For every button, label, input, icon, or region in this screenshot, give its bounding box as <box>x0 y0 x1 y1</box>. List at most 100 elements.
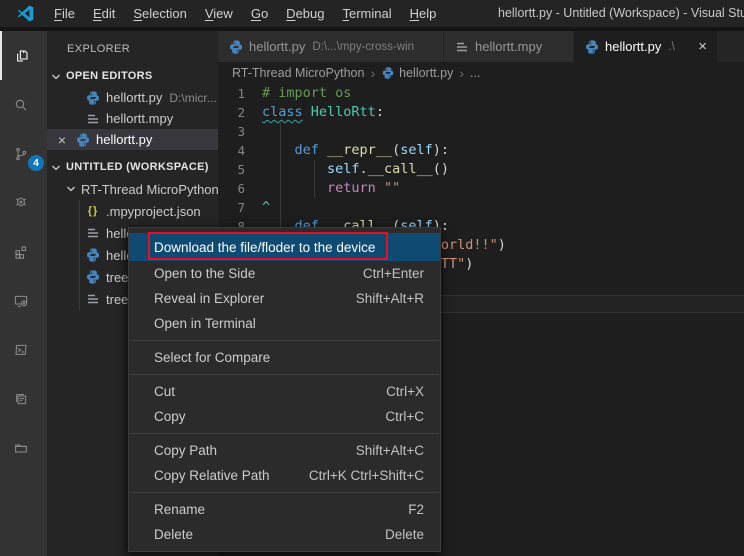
line-number: 6 <box>218 179 262 198</box>
json-icon: {} <box>85 203 101 219</box>
context-menu-shortcut: Delete <box>365 527 424 542</box>
code-line: 3 <box>218 122 744 141</box>
context-menu-shortcut: Ctrl+K Ctrl+Shift+C <box>289 468 424 483</box>
tree-file-item[interactable]: {} .mpyproject.json <box>47 200 218 222</box>
context-menu-item[interactable]: Copy PathShift+Alt+C <box>129 438 440 463</box>
menubar-item-go[interactable]: Go <box>242 0 277 27</box>
python-icon <box>228 39 244 55</box>
line-number: 5 <box>218 160 262 179</box>
open-editors-header[interactable]: OPEN EDITORS <box>47 65 218 87</box>
menubar-item-debug[interactable]: Debug <box>277 0 333 27</box>
activity-bar: 4 <box>0 31 47 556</box>
context-menu-item[interactable]: Open in Terminal <box>129 311 440 336</box>
tree-folder-rt-thread[interactable]: RT-Thread MicroPython <box>47 178 218 200</box>
close-icon[interactable]: × <box>55 133 69 147</box>
code-text: def __repr__(self): <box>262 141 449 160</box>
open-editor-item[interactable]: × hellortt.py <box>47 129 218 150</box>
python-icon <box>85 90 101 106</box>
open-editor-item[interactable]: hellortt.mpy <box>47 108 218 129</box>
editor-tab[interactable]: hellortt.pyD:\...\mpy-cross-win <box>218 31 444 62</box>
code-line: 4 def __repr__(self): <box>218 141 744 160</box>
context-menu-item[interactable]: Rename F2 <box>129 497 440 522</box>
tab-bar: hellortt.pyD:\...\mpy-cross-winhellortt.… <box>218 31 744 62</box>
context-menu: Download the file/floder to the deviceOp… <box>128 227 441 552</box>
context-menu-shortcut: F2 <box>388 502 424 517</box>
code-text: ^ <box>262 198 270 217</box>
folder-icon <box>13 440 29 456</box>
context-menu-label: Copy <box>154 409 186 424</box>
sidebar-title: EXPLORER <box>47 31 218 65</box>
breadcrumb-separator: › <box>459 65 464 81</box>
chevron-down-icon <box>50 71 62 83</box>
chevron-down-icon <box>65 183 77 195</box>
list-icon <box>85 111 101 127</box>
workspace-header[interactable]: UNTITLED (WORKSPACE) <box>47 156 218 178</box>
activity-item-explorer[interactable] <box>0 31 47 80</box>
indent-guide <box>280 122 281 238</box>
code-line: 7^ <box>218 198 744 217</box>
activity-item-terminal[interactable] <box>0 325 47 374</box>
breadcrumb-item[interactable]: RT-Thread MicroPython <box>232 66 364 80</box>
menubar-item-edit[interactable]: Edit <box>84 0 124 27</box>
context-menu-item[interactable]: Copy Relative Path Ctrl+K Ctrl+Shift+C <box>129 463 440 488</box>
tree-indent-guide <box>79 200 80 310</box>
context-menu-item[interactable]: Open to the Side Ctrl+Enter <box>129 261 440 286</box>
activity-item-remote-device[interactable] <box>0 276 47 325</box>
menubar-item-view[interactable]: View <box>196 0 242 27</box>
vscode-window: FileEditSelectionViewGoDebugTerminalHelp… <box>0 0 744 556</box>
list-icon <box>85 291 101 307</box>
tab-label: hellortt.py <box>605 39 661 54</box>
context-menu-item[interactable]: DeleteDelete <box>129 522 440 547</box>
open-editor-path: D:\micr... <box>169 91 216 105</box>
context-menu-label: Open in Terminal <box>154 316 256 331</box>
editor-tab[interactable]: hellortt.py .\ × <box>574 31 718 62</box>
notes-icon <box>13 391 29 407</box>
activity-item-source-control[interactable]: 4 <box>0 129 47 178</box>
context-menu-label: Open to the Side <box>154 266 255 281</box>
menubar-item-file[interactable]: File <box>45 0 84 27</box>
activity-item-extensions[interactable] <box>0 227 47 276</box>
context-menu-label: Copy Relative Path <box>154 468 270 483</box>
breadcrumb: RT-Thread MicroPython›hellortt.py›... <box>218 62 744 84</box>
context-menu-label: Copy Path <box>154 443 217 458</box>
tab-description: D:\...\mpy-cross-win <box>312 41 414 53</box>
menubar-item-terminal[interactable]: Terminal <box>333 0 400 27</box>
tab-description: .\ <box>668 41 674 53</box>
python-icon <box>75 132 91 148</box>
context-menu-shortcut: Ctrl+Enter <box>343 266 424 281</box>
python-icon <box>85 247 101 263</box>
activity-item-output-notes[interactable] <box>0 374 47 423</box>
context-menu-item[interactable]: Reveal in ExplorerShift+Alt+R <box>129 286 440 311</box>
open-editor-label: hellortt.py <box>96 132 152 147</box>
folder-label: RT-Thread MicroPython <box>81 182 218 197</box>
tree-file-label: .mpyproject.json <box>106 204 201 219</box>
open-editor-item[interactable]: hellortt.pyD:\micr... <box>47 87 218 108</box>
context-menu-item[interactable]: Select for Compare <box>129 345 440 370</box>
menubar-item-selection[interactable]: Selection <box>124 0 195 27</box>
source-control-icon <box>13 146 29 162</box>
python-icon <box>381 66 395 80</box>
activity-item-folders[interactable] <box>0 423 47 472</box>
list-icon <box>85 225 101 241</box>
breadcrumb-label: hellortt.py <box>399 66 453 80</box>
code-text: self.__call__() <box>262 160 449 179</box>
list-icon <box>454 39 470 55</box>
code-line: 5 self.__call__() <box>218 160 744 179</box>
menubar-item-help[interactable]: Help <box>401 0 446 27</box>
activity-item-search[interactable] <box>0 80 47 129</box>
device-icon <box>13 293 29 309</box>
context-menu-label: Rename <box>154 502 205 517</box>
context-menu-item[interactable]: CopyCtrl+C <box>129 404 440 429</box>
workspace-label: UNTITLED (WORKSPACE) <box>66 161 209 173</box>
line-number: 2 <box>218 103 262 122</box>
window-title: hellortt.py - Untitled (Workspace) - Vis… <box>498 0 744 27</box>
context-menu-item[interactable]: CutCtrl+X <box>129 379 440 404</box>
context-menu-separator <box>130 492 439 493</box>
context-menu-item[interactable]: Download the file/floder to the device <box>129 233 440 261</box>
activity-item-debug[interactable] <box>0 178 47 227</box>
close-icon[interactable]: × <box>698 39 707 54</box>
breadcrumb-item[interactable]: hellortt.py <box>381 66 453 80</box>
breadcrumb-item[interactable]: ... <box>470 66 480 80</box>
files-icon <box>14 48 30 64</box>
editor-tab[interactable]: hellortt.mpy <box>444 31 574 62</box>
